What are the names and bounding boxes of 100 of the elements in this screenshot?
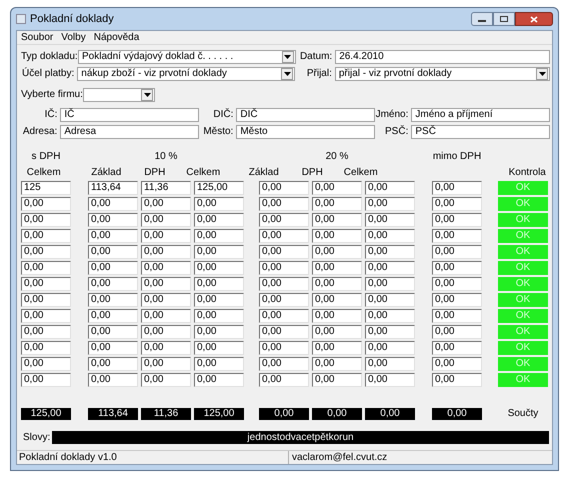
close-button[interactable] — [515, 12, 553, 26]
amount-field[interactable]: 125,00 — [194, 181, 244, 195]
amount-field[interactable]: 0,00 — [21, 293, 71, 307]
amount-field[interactable]: 0,00 — [432, 293, 482, 307]
payment-purpose-select[interactable]: nákup zboží - viz prvotní doklady — [77, 66, 296, 80]
amount-field[interactable]: 0,00 — [259, 245, 309, 259]
amount-field[interactable]: 0,00 — [194, 293, 244, 307]
menu-item[interactable]: Volby — [61, 30, 86, 45]
amount-field[interactable]: 0,00 — [312, 373, 362, 387]
amount-field[interactable]: 125 — [21, 181, 71, 195]
amount-field[interactable]: 0,00 — [432, 245, 482, 259]
amount-field[interactable]: 0,00 — [365, 373, 415, 387]
received-select[interactable]: přijal - viz prvotní doklady — [334, 66, 550, 80]
amount-field[interactable]: 0,00 — [312, 181, 362, 195]
amount-field[interactable]: 0,00 — [88, 341, 138, 355]
amount-field[interactable]: 0,00 — [312, 245, 362, 259]
menu-item[interactable]: Nápověda — [94, 30, 140, 45]
amount-field[interactable]: 0,00 — [365, 341, 415, 355]
amount-field[interactable]: 0,00 — [21, 277, 71, 291]
amount-field[interactable]: 0,00 — [312, 229, 362, 243]
amount-field[interactable]: 0,00 — [259, 213, 309, 227]
amount-field[interactable]: 0,00 — [194, 261, 244, 275]
amount-field[interactable]: 0,00 — [365, 197, 415, 211]
amount-field[interactable]: 0,00 — [194, 229, 244, 243]
amount-field[interactable]: 0,00 — [365, 277, 415, 291]
amount-field[interactable]: 0,00 — [21, 357, 71, 371]
tax-id-field[interactable]: DIČ — [236, 108, 375, 122]
amount-field[interactable]: 11,36 — [141, 181, 191, 195]
amount-field[interactable]: 0,00 — [432, 229, 482, 243]
amount-field[interactable]: 0,00 — [88, 197, 138, 211]
amount-field[interactable]: 0,00 — [88, 357, 138, 371]
id-number-field[interactable]: IČ — [60, 108, 199, 122]
amount-field[interactable]: 0,00 — [194, 325, 244, 339]
amount-field[interactable]: 0,00 — [194, 197, 244, 211]
maximize-button[interactable] — [493, 12, 515, 26]
amount-field[interactable]: 0,00 — [141, 229, 191, 243]
postal-code-field[interactable]: PSČ — [411, 124, 550, 138]
amount-field[interactable]: 0,00 — [432, 181, 482, 195]
amount-field[interactable]: 113,64 — [88, 181, 138, 195]
amount-field[interactable]: 0,00 — [259, 309, 309, 323]
city-field[interactable]: Město — [236, 124, 375, 138]
amount-field[interactable]: 0,00 — [194, 341, 244, 355]
name-field[interactable]: Jméno a příjmení — [411, 108, 550, 122]
amount-field[interactable]: 0,00 — [259, 357, 309, 371]
amount-field[interactable]: 0,00 — [21, 373, 71, 387]
amount-field[interactable]: 0,00 — [194, 213, 244, 227]
amount-field[interactable]: 0,00 — [432, 213, 482, 227]
amount-field[interactable]: 0,00 — [21, 197, 71, 211]
amount-field[interactable]: 0,00 — [259, 197, 309, 211]
amount-field[interactable]: 0,00 — [365, 309, 415, 323]
amount-field[interactable]: 0,00 — [141, 325, 191, 339]
amount-field[interactable]: 0,00 — [88, 293, 138, 307]
document-type-select[interactable]: Pokladní výdajový doklad č. . . . . . — [78, 50, 296, 64]
amount-field[interactable]: 0,00 — [88, 325, 138, 339]
amount-field[interactable]: 0,00 — [88, 373, 138, 387]
amount-field[interactable]: 0,00 — [365, 261, 415, 275]
amount-field[interactable]: 0,00 — [194, 373, 244, 387]
amount-field[interactable]: 0,00 — [194, 357, 244, 371]
amount-field[interactable]: 0,00 — [432, 325, 482, 339]
amount-field[interactable]: 0,00 — [432, 373, 482, 387]
amount-field[interactable]: 0,00 — [312, 197, 362, 211]
amount-field[interactable]: 0,00 — [194, 277, 244, 291]
amount-field[interactable]: 0,00 — [312, 277, 362, 291]
amount-field[interactable]: 0,00 — [365, 325, 415, 339]
amount-field[interactable]: 0,00 — [312, 309, 362, 323]
amount-field[interactable]: 0,00 — [141, 197, 191, 211]
amount-field[interactable]: 0,00 — [88, 261, 138, 275]
amount-field[interactable]: 0,00 — [88, 277, 138, 291]
amount-field[interactable]: 0,00 — [88, 229, 138, 243]
amount-field[interactable]: 0,00 — [141, 261, 191, 275]
amount-field[interactable]: 0,00 — [141, 245, 191, 259]
amount-field[interactable]: 0,00 — [312, 261, 362, 275]
amount-field[interactable]: 0,00 — [312, 357, 362, 371]
amount-field[interactable]: 0,00 — [259, 261, 309, 275]
amount-field[interactable]: 0,00 — [141, 373, 191, 387]
amount-field[interactable]: 0,00 — [365, 293, 415, 307]
amount-field[interactable]: 0,00 — [365, 357, 415, 371]
amount-field[interactable]: 0,00 — [21, 229, 71, 243]
amount-field[interactable]: 0,00 — [312, 325, 362, 339]
amount-field[interactable]: 0,00 — [365, 181, 415, 195]
amount-field[interactable]: 0,00 — [21, 341, 71, 355]
amount-field[interactable]: 0,00 — [312, 293, 362, 307]
amount-field[interactable]: 0,00 — [432, 197, 482, 211]
amount-field[interactable]: 0,00 — [432, 309, 482, 323]
amount-field[interactable]: 0,00 — [365, 213, 415, 227]
amount-field[interactable]: 0,00 — [88, 213, 138, 227]
amount-field[interactable]: 0,00 — [88, 245, 138, 259]
amount-field[interactable]: 0,00 — [141, 341, 191, 355]
amount-field[interactable]: 0,00 — [259, 293, 309, 307]
amount-field[interactable]: 0,00 — [194, 245, 244, 259]
amount-field[interactable]: 0,00 — [141, 293, 191, 307]
amount-field[interactable]: 0,00 — [259, 277, 309, 291]
amount-field[interactable]: 0,00 — [259, 229, 309, 243]
amount-field[interactable]: 0,00 — [432, 277, 482, 291]
amount-field[interactable]: 0,00 — [432, 261, 482, 275]
minimize-button[interactable] — [471, 12, 493, 26]
amount-field[interactable]: 0,00 — [21, 325, 71, 339]
amount-field[interactable]: 0,00 — [259, 373, 309, 387]
menu-item[interactable]: Soubor — [21, 30, 54, 45]
amount-field[interactable]: 0,00 — [259, 181, 309, 195]
